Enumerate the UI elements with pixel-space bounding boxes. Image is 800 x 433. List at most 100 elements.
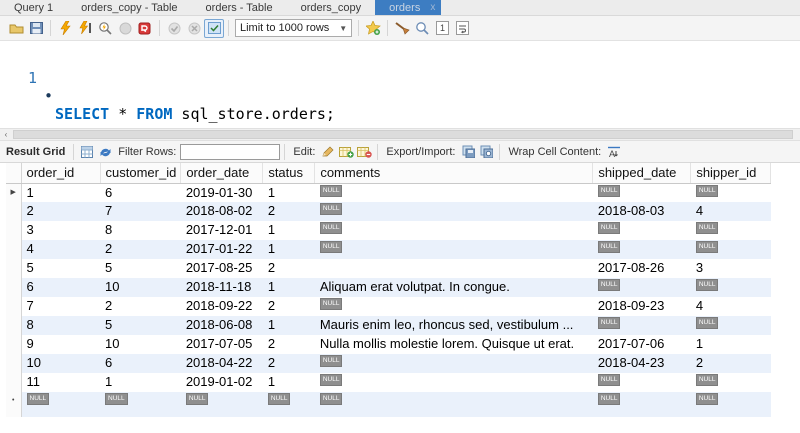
scrollbar-thumb[interactable] xyxy=(13,130,793,139)
cell-order_date[interactable]: 2018-11-18 xyxy=(180,278,263,297)
grid-icon[interactable] xyxy=(78,143,96,160)
cell-order_date[interactable]: 2017-08-25 xyxy=(181,259,263,278)
row-selector[interactable] xyxy=(6,373,22,392)
row-selector[interactable] xyxy=(6,297,22,316)
row-selector[interactable] xyxy=(6,221,22,240)
beautify-icon[interactable] xyxy=(392,19,412,38)
cell-comments[interactable]: NULL xyxy=(315,373,593,392)
filter-rows-input[interactable] xyxy=(180,143,281,160)
cell-customer_id[interactable]: 6 xyxy=(100,183,181,202)
tab-orders_copy[interactable]: orders_copy xyxy=(287,0,376,15)
cell-comments[interactable]: NULL xyxy=(314,240,593,259)
invisibles-icon[interactable]: 1 xyxy=(432,19,452,38)
tab-orders---table[interactable]: orders - Table xyxy=(192,0,287,15)
save-script-icon[interactable] xyxy=(26,19,46,38)
limit-rows-dropdown[interactable]: Limit to 1000 rows ▼ xyxy=(235,19,353,37)
cell-comments[interactable]: NULL xyxy=(315,297,593,316)
sql-code-line[interactable]: 1 • SELECT * FROM sql_store.orders; xyxy=(0,51,800,123)
tab-query-1[interactable]: Query 1 xyxy=(0,0,67,15)
cell-order_id[interactable]: 1 xyxy=(21,183,100,202)
cell-shipper_id[interactable]: 4 xyxy=(690,202,771,221)
cell-order_id[interactable]: 7 xyxy=(21,297,100,316)
tab-orders_copy---table[interactable]: orders_copy - Table xyxy=(67,0,191,15)
cell-shipped_date[interactable]: NULL xyxy=(592,240,691,259)
cell-shipped_date[interactable]: 2018-04-23 xyxy=(592,354,691,373)
cell-order_date[interactable]: 2018-08-02 xyxy=(180,202,263,221)
cell-status[interactable]: 1 xyxy=(262,316,315,335)
cell-order_id[interactable]: 5 xyxy=(21,259,100,278)
cell-shipper_id[interactable]: NULL xyxy=(691,221,771,240)
cell-customer_id[interactable]: 6 xyxy=(100,354,181,373)
row-selector[interactable] xyxy=(6,316,22,335)
cell-order_date[interactable]: 2017-07-05 xyxy=(181,335,263,354)
stop-on-error-icon[interactable] xyxy=(135,19,155,38)
cell-shipped_date[interactable]: NULL xyxy=(592,278,691,297)
cell-shipper_id[interactable]: 1 xyxy=(691,335,771,354)
explain-icon[interactable] xyxy=(95,19,115,38)
cell-status[interactable]: NULL xyxy=(262,392,315,417)
cell-status[interactable]: 2 xyxy=(263,335,315,354)
cell-shipped_date[interactable]: NULL xyxy=(593,221,691,240)
row-selector[interactable] xyxy=(6,202,22,221)
cell-order_id[interactable]: 8 xyxy=(21,316,100,335)
cell-order_id[interactable]: 9 xyxy=(21,335,100,354)
cell-status[interactable]: 2 xyxy=(263,259,315,278)
wrap-cell-icon[interactable]: A xyxy=(605,143,623,160)
cell-order_id[interactable]: 2 xyxy=(21,202,100,221)
cell-shipper_id[interactable]: 3 xyxy=(691,259,771,278)
cell-comments[interactable]: NULL xyxy=(314,202,593,221)
cell-shipped_date[interactable]: 2018-08-03 xyxy=(592,202,691,221)
execute-current-icon[interactable] xyxy=(75,19,95,38)
cell-customer_id[interactable]: 5 xyxy=(100,316,181,335)
column-header-status[interactable]: status xyxy=(262,163,316,184)
autocommit-icon[interactable] xyxy=(204,18,224,38)
sql-editor[interactable]: 1 • SELECT * FROM sql_store.orders; xyxy=(0,41,800,128)
cell-comments[interactable]: Mauris enim leo, rhoncus sed, vestibulum… xyxy=(314,316,593,335)
delete-row-icon[interactable] xyxy=(355,143,373,160)
cell-shipper_id[interactable]: 4 xyxy=(691,297,771,316)
new-row-marker[interactable]: • xyxy=(6,392,22,417)
stop-icon[interactable] xyxy=(115,19,135,38)
cell-status[interactable]: 2 xyxy=(263,297,315,316)
cell-order_date[interactable]: 2017-12-01 xyxy=(181,221,263,240)
cell-order_id[interactable]: 4 xyxy=(21,240,100,259)
cell-order_date[interactable]: 2018-04-22 xyxy=(180,354,263,373)
cell-order_id[interactable]: 3 xyxy=(21,221,100,240)
cell-shipped_date[interactable]: NULL xyxy=(593,183,691,202)
cell-comments[interactable]: NULL xyxy=(315,183,593,202)
scroll-left-icon[interactable]: ‹ xyxy=(0,129,12,140)
cell-order_id[interactable]: 10 xyxy=(21,354,100,373)
cell-order_date[interactable]: 2018-09-22 xyxy=(181,297,263,316)
cell-shipper_id[interactable]: NULL xyxy=(690,316,771,335)
cell-order_date[interactable]: NULL xyxy=(180,392,263,417)
cell-shipper_id[interactable]: NULL xyxy=(690,240,771,259)
import-icon[interactable] xyxy=(477,143,495,160)
column-header-shipped_date[interactable]: shipped_date xyxy=(592,163,692,184)
cell-comments[interactable]: Aliquam erat volutpat. In congue. xyxy=(314,278,593,297)
cell-customer_id[interactable]: NULL xyxy=(100,392,181,417)
cell-comments[interactable]: NULL xyxy=(314,354,593,373)
row-selector[interactable] xyxy=(6,354,22,373)
commit-icon[interactable] xyxy=(164,19,184,38)
cell-comments[interactable]: NULL xyxy=(315,221,593,240)
cell-comments[interactable]: Nulla mollis molestie lorem. Quisque ut … xyxy=(315,335,593,354)
export-icon[interactable] xyxy=(459,143,477,160)
save-snippet-icon[interactable] xyxy=(363,19,383,38)
cell-customer_id[interactable]: 8 xyxy=(100,221,181,240)
cell-customer_id[interactable]: 5 xyxy=(100,259,181,278)
row-selector[interactable] xyxy=(6,259,22,278)
column-header-order_date[interactable]: order_date xyxy=(180,163,264,184)
cell-shipped_date[interactable]: NULL xyxy=(592,316,691,335)
tab-close-icon[interactable]: x xyxy=(430,2,435,13)
cell-status[interactable]: 1 xyxy=(262,240,315,259)
cell-shipped_date[interactable]: 2017-08-26 xyxy=(593,259,691,278)
cell-shipper_id[interactable]: 2 xyxy=(690,354,771,373)
cell-customer_id[interactable]: 2 xyxy=(100,240,181,259)
cell-order_id[interactable]: NULL xyxy=(21,392,100,417)
cell-status[interactable]: 1 xyxy=(263,183,315,202)
column-header-order_id[interactable]: order_id xyxy=(21,163,101,184)
wrap-text-icon[interactable] xyxy=(452,19,472,38)
cell-order_date[interactable]: 2019-01-30 xyxy=(181,183,263,202)
rollback-icon[interactable] xyxy=(184,19,204,38)
cell-status[interactable]: 1 xyxy=(263,373,315,392)
